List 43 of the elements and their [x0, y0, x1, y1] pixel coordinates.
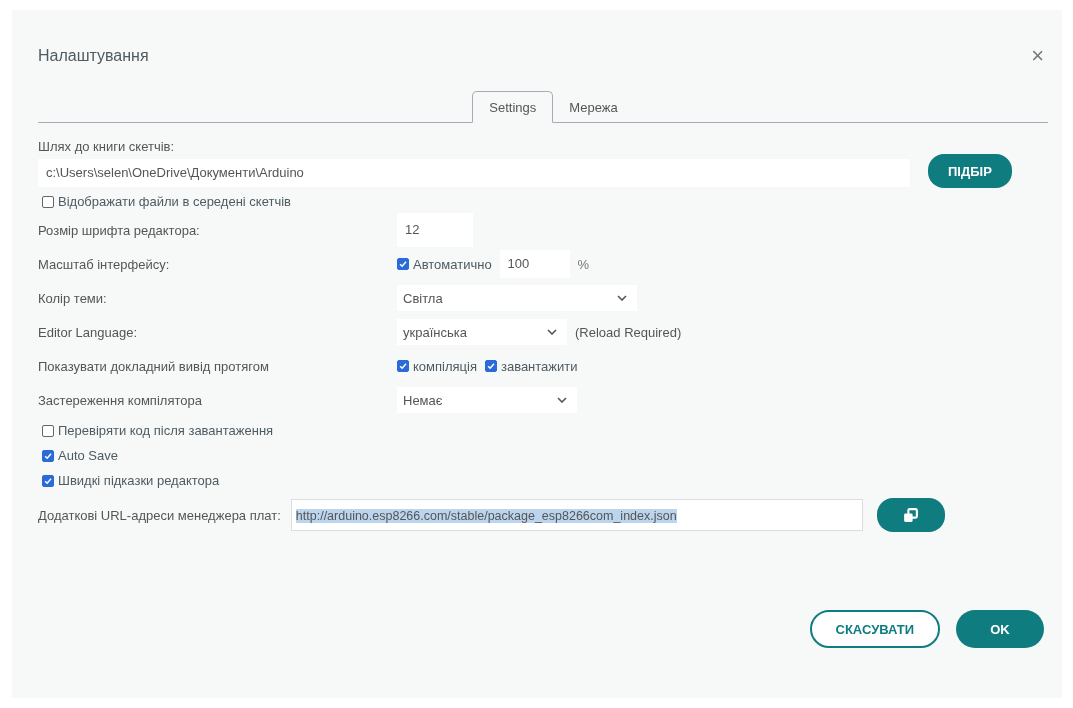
checkbox-label: Auto Save: [58, 448, 118, 463]
field-label: Додаткові URL-адреси менеджера плат:: [38, 507, 281, 523]
checkbox[interactable]: [397, 258, 409, 270]
board-urls-field[interactable]: http://arduino.esp8266.com/stable/package_esp8266com_index.json: [290, 499, 863, 531]
reload-note: (Reload Required): [575, 324, 682, 340]
warnings-select[interactable]: Немає: [397, 387, 577, 413]
field-label: Показувати докладний вивід протягом: [38, 358, 270, 374]
field-label: Застереження компілятора: [38, 392, 203, 408]
open-window-button[interactable]: [876, 498, 945, 532]
chevron-down-icon: [557, 397, 567, 403]
browse-button[interactable]: ПІДБІР: [928, 154, 1012, 188]
window-icon: [902, 506, 920, 524]
tab[interactable]: Мережа: [553, 91, 634, 123]
theme-select[interactable]: Світла: [397, 285, 637, 311]
unit-label: %: [577, 256, 590, 272]
field-label: Масштаб інтерфейсу:: [38, 256, 171, 272]
field-label: Розмір шрифта редактора:: [38, 222, 201, 238]
checkbox[interactable]: [42, 424, 54, 437]
checkbox[interactable]: [484, 360, 497, 372]
checkbox[interactable]: [42, 474, 54, 487]
sketchbook-path-field[interactable]: c:\Users\selen\OneDrive\Документи\Arduino: [38, 159, 910, 187]
checkbox-label: Автоматично: [413, 256, 492, 272]
checkbox[interactable]: [397, 360, 409, 372]
checkbox-label: завантажити: [500, 358, 578, 374]
checkbox[interactable]: [42, 195, 54, 208]
font-size-field[interactable]: 12: [397, 213, 473, 247]
language-select[interactable]: українська: [397, 319, 567, 345]
close-button[interactable]: ×: [1031, 43, 1044, 69]
chevron-down-icon: [547, 329, 557, 335]
checkbox-label: компіляція: [413, 358, 477, 374]
cancel-button[interactable]: СКАСУВАТИ: [809, 610, 940, 648]
chevron-down-icon: [617, 295, 627, 301]
checkbox[interactable]: [42, 449, 54, 462]
scale-field[interactable]: 100: [499, 250, 570, 278]
checkbox-label: Перевіряти код після завантаження: [58, 423, 274, 438]
field-label: Editor Language:: [38, 324, 139, 340]
field-label: Колір теми:: [38, 290, 108, 306]
checkbox-label: Відображати файли в середені скетчів: [58, 194, 291, 209]
checkbox-label: Швидкі підказки редактора: [58, 473, 220, 488]
window-title: Налаштування: [38, 47, 149, 65]
ok-button[interactable]: OK: [956, 610, 1044, 648]
tab[interactable]: Settings: [472, 91, 554, 123]
field-label: Шлях до книги скетчів:: [38, 139, 176, 154]
